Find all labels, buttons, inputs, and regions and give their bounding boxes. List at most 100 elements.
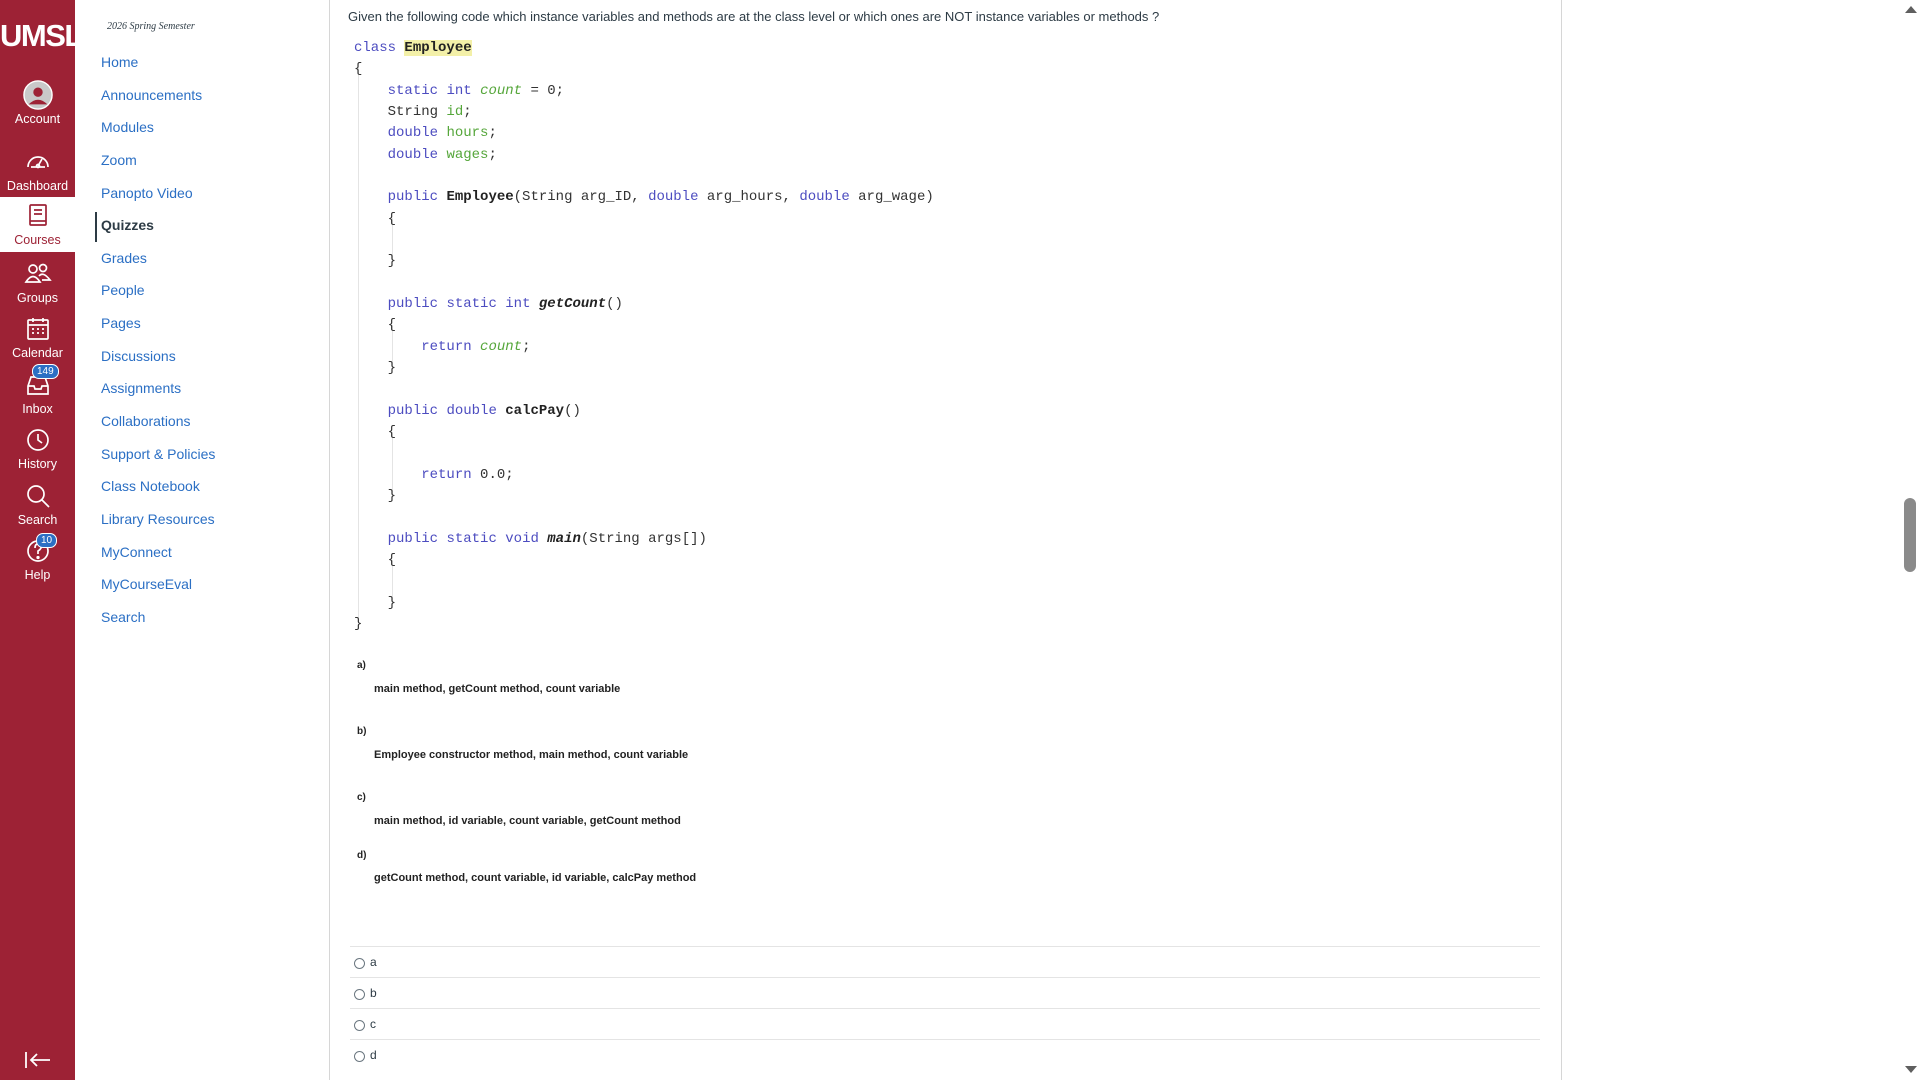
inbox-badge: 149 (32, 364, 59, 379)
quiz-question-panel: Given the following code which instance … (329, 0, 1562, 1080)
radio-button-a[interactable] (354, 958, 365, 969)
course-nav: 2026 Spring Semester Home Announcements … (75, 0, 329, 1080)
option-text-c: main method, id variable, count variable… (374, 815, 681, 827)
active-nav-indicator (95, 212, 97, 242)
code-brace: { (387, 210, 397, 227)
radio-button-c[interactable] (354, 1020, 365, 1031)
search-icon (26, 485, 50, 508)
global-nav-label: Dashboard (6, 179, 69, 193)
course-nav-panopto-video[interactable]: Panopto Video (101, 185, 193, 201)
answer-label-d: d (370, 1048, 377, 1062)
scroll-up-arrow-icon[interactable] (1905, 6, 1917, 13)
calendar-icon (26, 318, 49, 340)
global-nav-account[interactable]: Account (0, 80, 75, 135)
term-label: 2026 Spring Semester (107, 21, 195, 32)
page-scrollbar[interactable] (1900, 0, 1920, 1080)
global-nav-dashboard[interactable]: Dashboard (0, 147, 75, 202)
answer-option-a[interactable]: a (350, 946, 1540, 977)
course-nav-class-notebook[interactable]: Class Notebook (101, 478, 200, 494)
global-nav-label: Account (14, 112, 61, 126)
code-calcpay-body: return 0.0; (421, 466, 514, 483)
code-class-keyword: class (354, 40, 397, 56)
dashboard-icon (26, 156, 49, 169)
global-nav-label: Courses (14, 233, 61, 247)
global-nav-history[interactable]: History (0, 425, 75, 480)
code-brace: } (387, 253, 397, 270)
course-nav-people[interactable]: People (101, 282, 145, 298)
global-nav-label: Inbox (22, 402, 53, 416)
code-main-signature: public static void main(String args[]) (387, 530, 707, 547)
global-nav-label: Groups (17, 291, 58, 305)
code-constructor-signature: public Employee(String arg_ID, double ar… (387, 189, 934, 206)
course-nav-myconnect[interactable]: MyConnect (101, 544, 172, 560)
radio-button-d[interactable] (354, 1051, 365, 1062)
answer-label-c: c (370, 1017, 376, 1031)
course-nav-collaborations[interactable]: Collaborations (101, 413, 191, 429)
course-nav-library-resources[interactable]: Library Resources (101, 511, 215, 527)
answer-label-b: b (370, 986, 377, 1000)
global-nav-label: History (18, 457, 57, 471)
scroll-down-arrow-icon[interactable] (1905, 1066, 1917, 1073)
question-text: Given the following code which instance … (348, 9, 1160, 24)
answer-option-c[interactable]: c (350, 1008, 1540, 1039)
global-nav-calendar[interactable]: Calendar (0, 314, 75, 369)
course-nav-quizzes[interactable]: Quizzes (101, 217, 154, 233)
option-text-d: getCount method, count variable, id vari… (374, 872, 697, 884)
umsl-logo[interactable]: UMSL (0, 18, 83, 54)
course-nav-assignments[interactable]: Assignments (101, 380, 181, 396)
code-line-id: String id; (387, 104, 472, 121)
code-brace: } (387, 360, 397, 377)
radio-button-b[interactable] (354, 989, 365, 1000)
collapse-nav-icon[interactable] (24, 1050, 52, 1070)
course-nav-zoom[interactable]: Zoom (101, 152, 137, 168)
help-badge: 10 (36, 533, 58, 548)
course-nav-search[interactable]: Search (101, 609, 145, 625)
code-brace: { (387, 424, 397, 441)
course-nav-mycourseeval[interactable]: MyCourseEval (101, 576, 192, 592)
code-brace: } (387, 488, 397, 505)
scrollbar-thumb[interactable] (1904, 498, 1916, 572)
course-nav-home[interactable]: Home (101, 54, 138, 70)
courses-icon (28, 204, 47, 226)
course-nav-modules[interactable]: Modules (101, 119, 154, 135)
code-getcount-signature: public static int getCount() (387, 296, 623, 313)
course-nav-discussions[interactable]: Discussions (101, 348, 176, 364)
global-nav-groups[interactable]: Groups (0, 259, 75, 314)
answer-option-b[interactable]: b (350, 977, 1540, 1008)
option-letter-b: b) (357, 726, 367, 737)
option-text-b: Employee constructor method, main method… (374, 749, 689, 761)
answer-option-d[interactable]: d (350, 1039, 1540, 1070)
code-brace: { (354, 61, 363, 78)
option-text-a: main method, getCount method, count vari… (374, 683, 621, 695)
account-icon (22, 80, 53, 110)
global-nav-help[interactable]: 10 Help (0, 533, 75, 591)
global-nav-label: Help (24, 568, 51, 582)
code-line-count: static int count = 0; (387, 82, 565, 99)
option-letter-a: a) (357, 660, 366, 671)
code-calcpay-signature: public double calcPay() (387, 402, 581, 419)
global-nav-inbox[interactable]: 149 Inbox (0, 364, 75, 425)
global-nav: UMSL Account Dashboard Courses Groups Ca… (0, 0, 83, 1080)
history-icon (26, 429, 49, 451)
course-nav-pages[interactable]: Pages (101, 315, 141, 331)
code-block: class Employee { static int count = 0; S… (354, 38, 934, 636)
code-brace: { (387, 317, 397, 334)
groups-icon (23, 263, 52, 283)
code-brace: } (354, 616, 363, 633)
global-nav-label: Search (17, 513, 58, 527)
option-letter-d: d) (357, 850, 367, 861)
code-getcount-body: return count; (421, 338, 531, 355)
global-nav-search[interactable]: Search (0, 481, 75, 536)
code-line-hours: double hours; (387, 125, 497, 142)
option-letter-c: c) (357, 792, 366, 803)
course-nav-support-policies[interactable]: Support & Policies (101, 446, 215, 462)
code-brace: { (387, 552, 397, 569)
answer-label-a: a (370, 955, 377, 969)
course-nav-grades[interactable]: Grades (101, 250, 147, 266)
code-line-wages: double wages; (387, 146, 497, 163)
code-brace: } (387, 594, 397, 611)
course-nav-announcements[interactable]: Announcements (101, 87, 202, 103)
code-class-name: Employee (404, 40, 472, 56)
global-nav-courses[interactable]: Courses (0, 197, 75, 252)
global-nav-label: Calendar (12, 346, 63, 360)
